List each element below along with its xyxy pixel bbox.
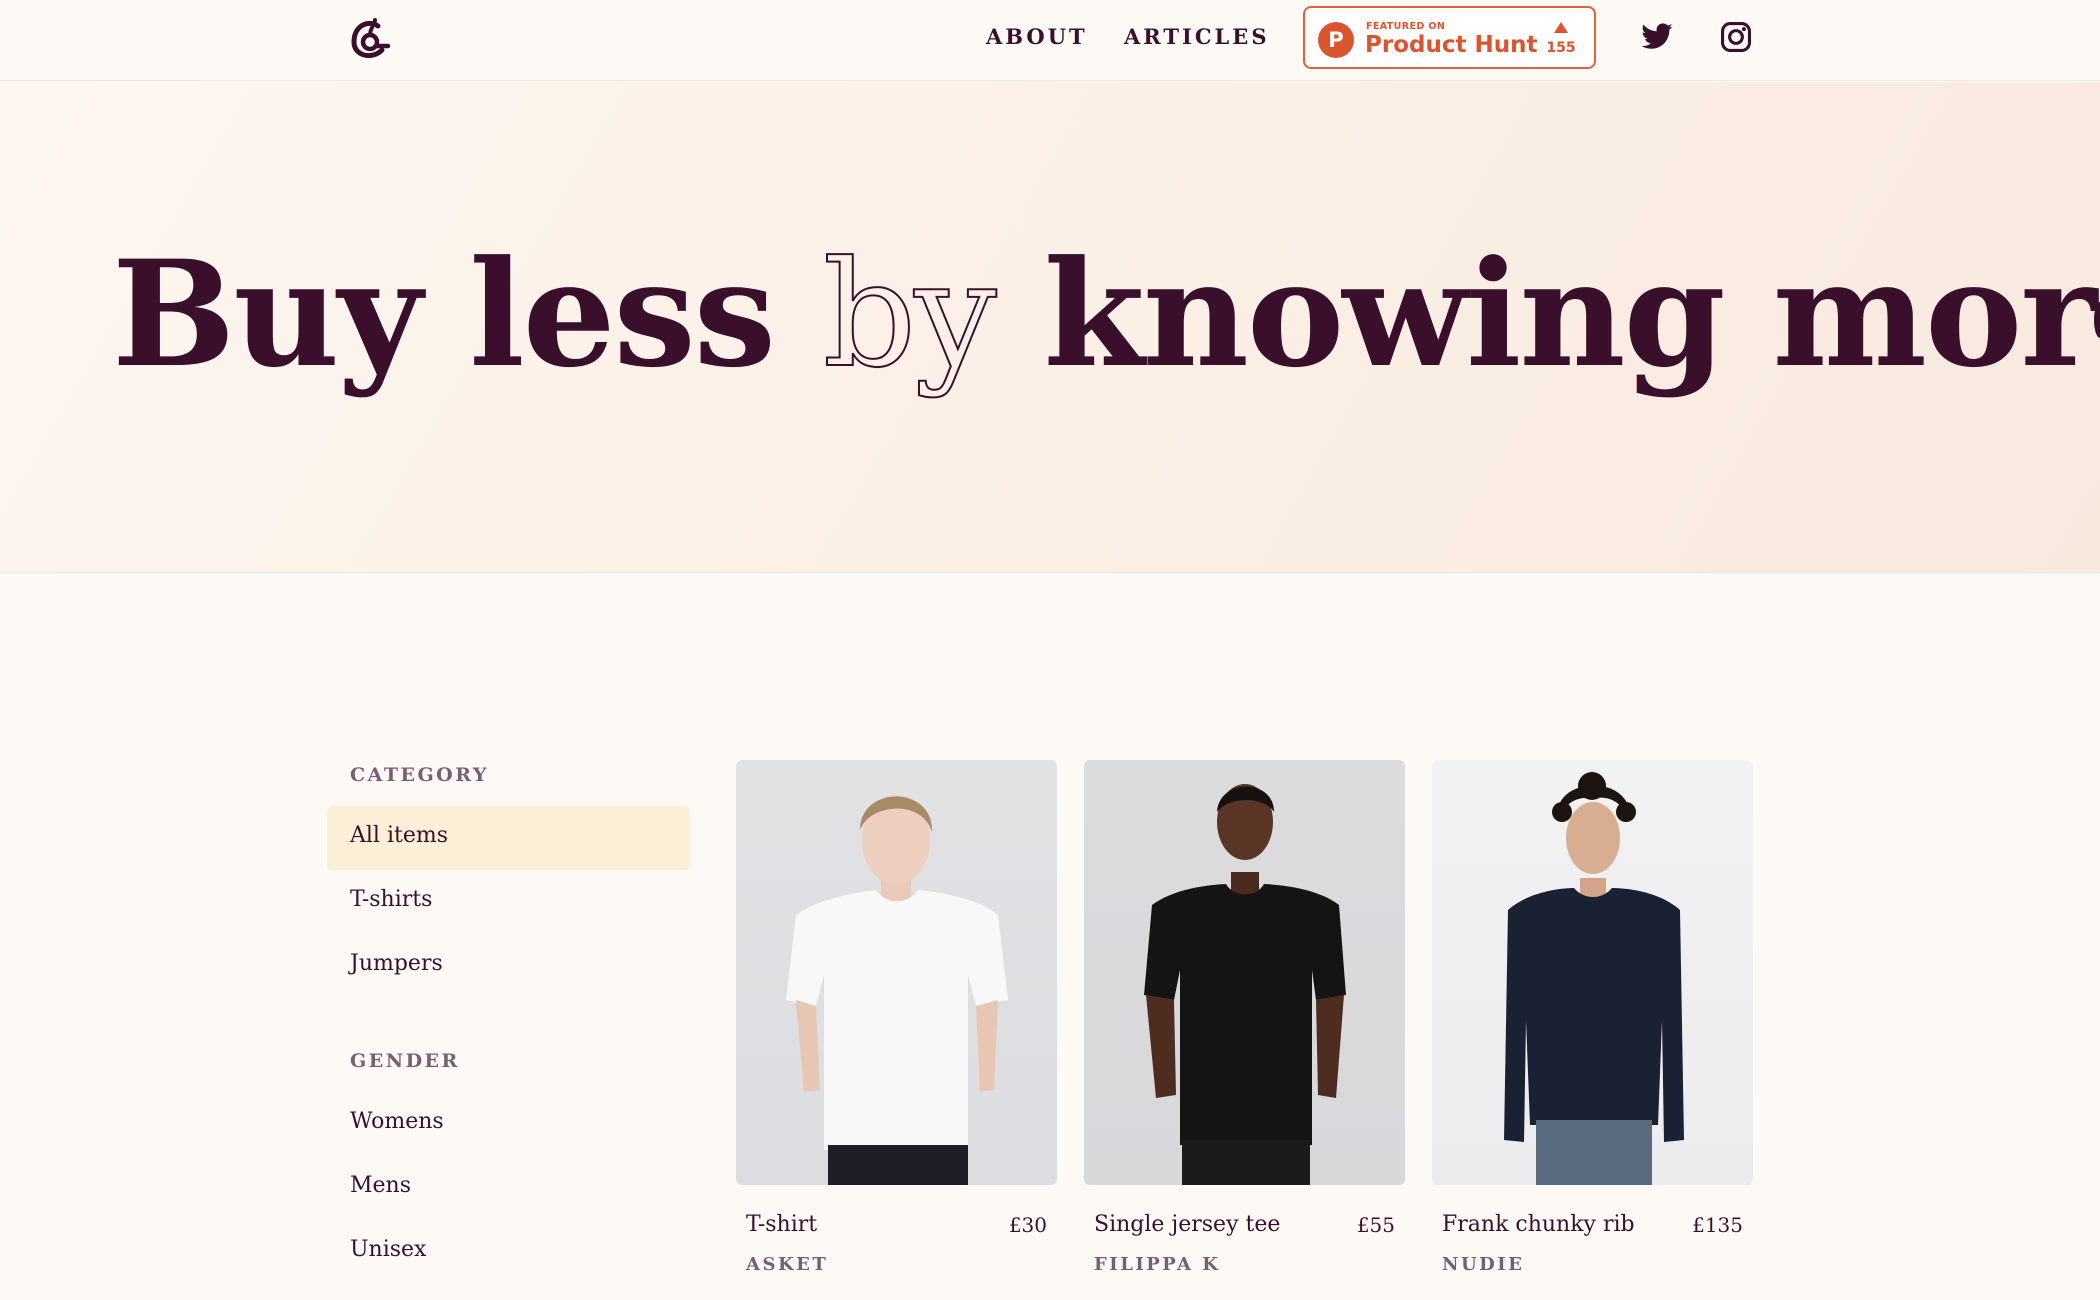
product-name[interactable]: Frank chunky rib (1442, 1212, 1635, 1237)
hero-word-buy-less: Buy less (112, 229, 776, 400)
filter-jumpers[interactable]: Jumpers (327, 934, 690, 998)
model-white-tshirt-illustration (786, 795, 1008, 1185)
model-black-tee-illustration (1144, 784, 1346, 1185)
filter-label: All items (350, 823, 449, 848)
product-price: £30 (1008, 1213, 1047, 1237)
site-header: ABOUT ARTICLES P FEATURED ON Product Hun… (0, 0, 2100, 81)
product-card[interactable]: Single jersey tee £55 FILIPPA K (1084, 760, 1405, 1300)
hero-clipped-letter (2094, 302, 2100, 338)
product-card[interactable]: Frank chunky rib £135 NUDIE (1432, 760, 1753, 1300)
filter-label: T-shirts (350, 887, 433, 912)
filter-label: Jumpers (350, 951, 443, 976)
filter-womens[interactable]: Womens (327, 1092, 690, 1156)
filter-label: Unisex (350, 1237, 427, 1262)
filter-label: Womens (350, 1109, 444, 1134)
nav-articles-link[interactable]: ARTICLES (1124, 24, 1269, 49)
filter-unisex[interactable]: Unisex (327, 1220, 690, 1284)
product-brand: ASKET (746, 1254, 829, 1275)
category-heading: CATEGORY (350, 764, 489, 786)
filter-all-items[interactable]: All items (327, 806, 690, 870)
hero-word-by: by (822, 230, 998, 400)
product-name[interactable]: Single jersey tee (1094, 1212, 1280, 1237)
hero-word-knowing-more: knowing more (1043, 229, 2100, 400)
model-navy-jumper-illustration (1504, 772, 1684, 1185)
gender-heading: GENDER (350, 1050, 460, 1072)
twitter-icon[interactable] (1640, 20, 1674, 54)
filter-t-shirts[interactable]: T-shirts (327, 870, 690, 934)
filter-label: Mens (350, 1173, 412, 1198)
product-price: £135 (1692, 1213, 1743, 1237)
product-hunt-icon: P (1318, 22, 1354, 58)
product-brand: NUDIE (1442, 1254, 1525, 1275)
upvote-arrow-icon (1554, 22, 1568, 33)
product-hunt-name: Product Hunt (1365, 32, 1538, 58)
product-hunt-upvote-count: 155 (1546, 40, 1576, 56)
product-image[interactable] (736, 760, 1057, 1185)
hero-headline: Buy less by knowing more (112, 241, 2100, 389)
gg-logo-icon[interactable] (348, 14, 392, 64)
product-hunt-featured-label: FEATURED ON (1366, 21, 1446, 32)
product-image[interactable] (1432, 760, 1753, 1185)
product-name[interactable]: T-shirt (746, 1212, 817, 1237)
product-brand: FILIPPA K (1094, 1254, 1221, 1275)
instagram-icon[interactable] (1719, 20, 1753, 54)
filter-mens[interactable]: Mens (327, 1156, 690, 1220)
product-price: £55 (1356, 1213, 1395, 1237)
product-hunt-badge[interactable]: P FEATURED ON Product Hunt 155 (1303, 6, 1596, 69)
nav-about-link[interactable]: ABOUT (986, 24, 1088, 49)
product-image[interactable] (1084, 760, 1405, 1185)
product-card[interactable]: T-shirt £30 ASKET (736, 760, 1057, 1300)
hero-section: Buy less by knowing more (0, 82, 2100, 573)
